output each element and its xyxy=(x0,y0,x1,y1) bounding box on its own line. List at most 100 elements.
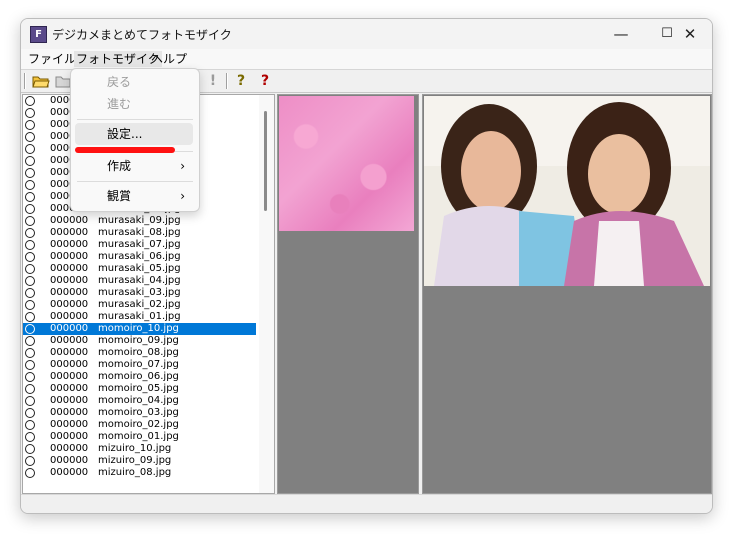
radio-icon[interactable] xyxy=(25,240,35,250)
radio-icon[interactable] xyxy=(25,168,35,178)
file-count: 000000 xyxy=(50,455,89,466)
radio-icon[interactable] xyxy=(25,216,35,226)
file-list-row[interactable]: 000000 momoiro_04.jpg xyxy=(23,395,256,407)
menu-item-create[interactable]: 作成 › xyxy=(75,155,193,177)
file-name: murasaki_05.jpg xyxy=(98,263,181,274)
file-list-row[interactable]: 000000 murasaki_03.jpg xyxy=(23,287,256,299)
file-count: 000000 xyxy=(50,323,89,334)
scrollbar-thumb[interactable] xyxy=(264,111,267,211)
radio-icon[interactable] xyxy=(25,408,35,418)
file-list-row[interactable]: 000000 murasaki_05.jpg xyxy=(23,263,256,275)
file-count: 000000 xyxy=(50,299,89,310)
radio-icon[interactable] xyxy=(25,252,35,262)
file-list-row[interactable]: 000000 momoiro_02.jpg xyxy=(23,419,256,431)
radio-icon[interactable] xyxy=(25,336,35,346)
file-count: 000000 xyxy=(50,359,89,370)
radio-icon[interactable] xyxy=(25,192,35,202)
radio-icon[interactable] xyxy=(25,324,35,334)
file-list-row[interactable]: 000000 mizuiro_08.jpg xyxy=(23,467,256,479)
file-count: 000000 xyxy=(50,371,89,382)
menu-item-forward[interactable]: 進む xyxy=(75,93,193,115)
pink-texture-thumbnail[interactable] xyxy=(279,96,414,231)
file-list-row[interactable]: 000000 murasaki_01.jpg xyxy=(23,311,256,323)
radio-icon[interactable] xyxy=(25,276,35,286)
radio-icon[interactable] xyxy=(25,96,35,106)
radio-icon[interactable] xyxy=(25,156,35,166)
red-highlight-underline xyxy=(75,147,175,153)
title-bar[interactable]: F デジカメまとめてフォトモザイク — ☐ ✕ xyxy=(21,19,712,49)
radio-icon[interactable] xyxy=(25,288,35,298)
file-count: 000000 xyxy=(50,443,89,454)
radio-icon[interactable] xyxy=(25,180,35,190)
menu-file[interactable]: ファイル xyxy=(26,51,78,67)
texture-preview-pane xyxy=(277,94,419,494)
menu-item-back-label: 戻る xyxy=(107,75,132,89)
file-list-row[interactable]: 000000 momoiro_06.jpg xyxy=(23,371,256,383)
menu-item-view[interactable]: 観賞 › xyxy=(75,185,193,207)
file-list-row[interactable]: 000000 murasaki_04.jpg xyxy=(23,275,256,287)
file-list-row[interactable]: 000000 murasaki_02.jpg xyxy=(23,299,256,311)
app-icon[interactable]: F xyxy=(30,26,47,43)
file-list-row[interactable]: 000000 mizuiro_10.jpg xyxy=(23,443,256,455)
file-list-row[interactable]: 000000 momoiro_10.jpg xyxy=(23,323,256,335)
radio-icon[interactable] xyxy=(25,468,35,478)
file-name: momoiro_02.jpg xyxy=(98,419,179,430)
radio-icon[interactable] xyxy=(25,348,35,358)
radio-icon[interactable] xyxy=(25,456,35,466)
file-list-row[interactable]: 000000 murasaki_08.jpg xyxy=(23,227,256,239)
exclamation-icon[interactable]: ! xyxy=(204,73,222,89)
context-help-icon[interactable]: ? xyxy=(256,73,274,89)
radio-icon[interactable] xyxy=(25,204,35,214)
help-icon[interactable]: ? xyxy=(232,73,250,89)
vertical-scrollbar[interactable] xyxy=(259,95,274,493)
open-folder-icon[interactable] xyxy=(32,73,50,89)
menu-item-back[interactable]: 戻る xyxy=(75,71,193,93)
radio-icon[interactable] xyxy=(25,228,35,238)
file-name: murasaki_04.jpg xyxy=(98,275,181,286)
file-list-row[interactable]: 000000 mizuiro_09.jpg xyxy=(23,455,256,467)
radio-icon[interactable] xyxy=(25,108,35,118)
radio-icon[interactable] xyxy=(25,144,35,154)
menu-help[interactable]: ヘルプ xyxy=(149,51,189,67)
radio-icon[interactable] xyxy=(25,384,35,394)
file-name: murasaki_07.jpg xyxy=(98,239,181,250)
radio-icon[interactable] xyxy=(25,312,35,322)
menu-bar: ファイル フォトモザイク ヘルプ xyxy=(21,49,712,70)
radio-icon[interactable] xyxy=(25,396,35,406)
file-list-row[interactable]: 000000 momoiro_03.jpg xyxy=(23,407,256,419)
file-list-row[interactable]: 000000 momoiro_05.jpg xyxy=(23,383,256,395)
radio-icon[interactable] xyxy=(25,420,35,430)
menu-item-view-label: 観賞 xyxy=(107,189,132,203)
file-list-row[interactable]: 000000 momoiro_09.jpg xyxy=(23,335,256,347)
file-list-row[interactable]: 000000 murasaki_06.jpg xyxy=(23,251,256,263)
file-count: 000000 xyxy=(50,275,89,286)
file-list-row[interactable]: 000000 momoiro_01.jpg xyxy=(23,431,256,443)
radio-icon[interactable] xyxy=(25,120,35,130)
window-title: デジカメまとめてフォトモザイク xyxy=(52,28,232,42)
radio-icon[interactable] xyxy=(25,444,35,454)
radio-icon[interactable] xyxy=(25,300,35,310)
menu-item-settings[interactable]: 設定... xyxy=(75,123,193,145)
file-list-row[interactable]: 000000 murasaki_09.jpg xyxy=(23,215,256,227)
radio-icon[interactable] xyxy=(25,264,35,274)
radio-icon[interactable] xyxy=(25,360,35,370)
file-list-row[interactable]: 000000 momoiro_08.jpg xyxy=(23,347,256,359)
file-name: murasaki_02.jpg xyxy=(98,299,181,310)
file-name: momoiro_08.jpg xyxy=(98,347,179,358)
minimize-button[interactable]: — xyxy=(598,19,644,49)
photo-preview[interactable] xyxy=(424,96,710,286)
close-button[interactable]: ✕ xyxy=(667,19,712,49)
file-list-row[interactable]: 000000 murasaki_07.jpg xyxy=(23,239,256,251)
file-name: murasaki_09.jpg xyxy=(98,215,181,226)
file-count: 000000 xyxy=(50,347,89,358)
chevron-right-icon: › xyxy=(180,189,185,203)
file-count: 000000 xyxy=(50,239,89,250)
file-list-row[interactable]: 000000 momoiro_07.jpg xyxy=(23,359,256,371)
file-count: 000000 xyxy=(50,227,89,238)
radio-icon[interactable] xyxy=(25,432,35,442)
radio-icon[interactable] xyxy=(25,132,35,142)
file-count: 000000 xyxy=(50,419,89,430)
radio-icon[interactable] xyxy=(25,372,35,382)
file-count: 000000 xyxy=(50,395,89,406)
file-name: momoiro_01.jpg xyxy=(98,431,179,442)
